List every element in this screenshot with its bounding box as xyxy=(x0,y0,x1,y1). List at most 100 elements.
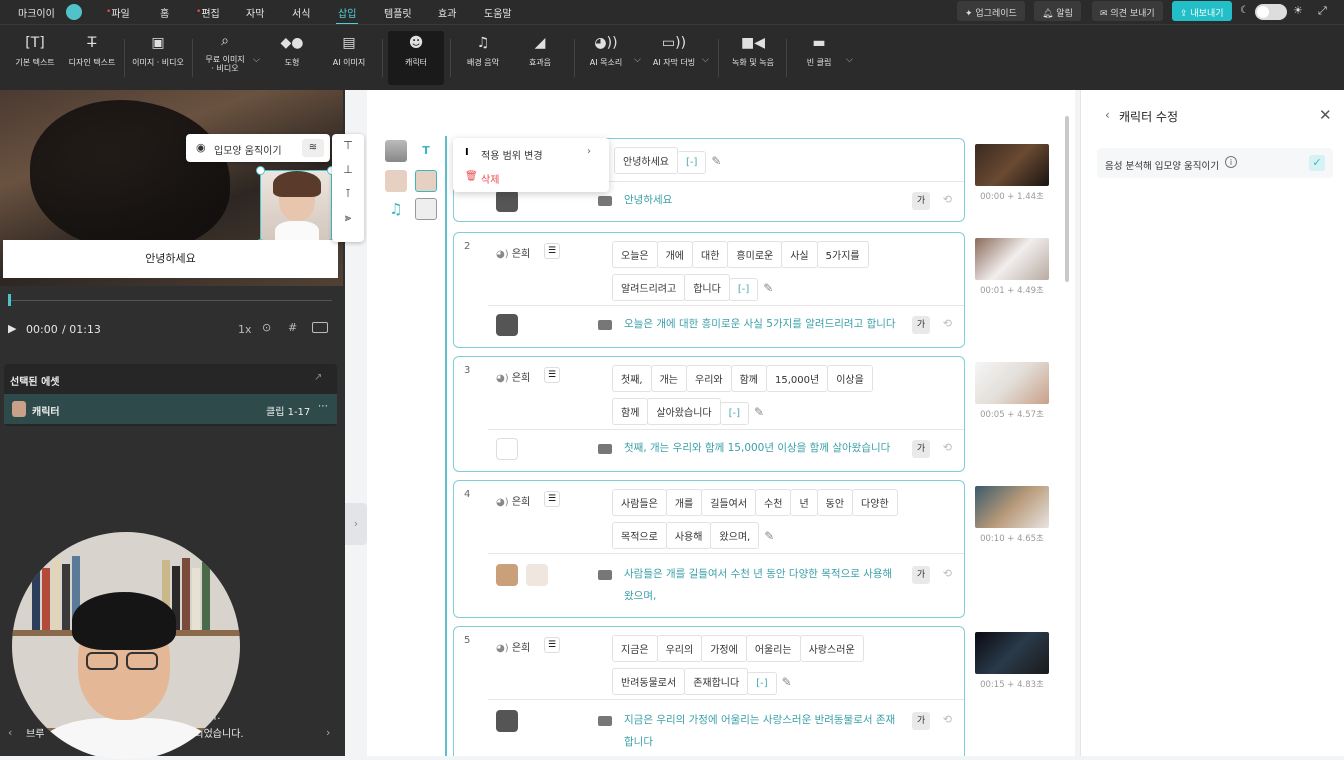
tool-record[interactable]: ■◀ 녹화 및 녹음 xyxy=(726,31,780,85)
word-chip[interactable]: 대한 xyxy=(692,241,729,268)
tool-bgm[interactable]: ♫ 배경 음악 xyxy=(458,31,508,85)
chevron-down-icon[interactable]: ⌵ xyxy=(846,55,853,65)
word-chip[interactable]: [-] xyxy=(728,278,759,301)
word-chip[interactable]: 존재합니다 xyxy=(684,668,749,695)
word-chip[interactable]: 우리의 xyxy=(656,635,703,662)
pencil-icon[interactable]: ✎ xyxy=(782,675,792,689)
word-chip[interactable]: [-] xyxy=(677,151,707,174)
subtitle-text[interactable]: 첫째, 개는 우리와 함께 15,000년 이상을 함께 살아왔습니다 xyxy=(624,437,898,459)
chevron-right-icon[interactable]: › xyxy=(326,726,330,739)
distribute-icon[interactable]: ⫸ xyxy=(332,206,364,230)
layer-icon[interactable]: ≋ xyxy=(302,139,324,157)
character-thumb[interactable] xyxy=(526,564,548,586)
tool-sfx[interactable]: ◢ 효과음 xyxy=(516,31,564,85)
font-style-button[interactable]: 가 xyxy=(912,316,930,334)
character-thumb[interactable] xyxy=(385,170,407,192)
open-external-icon[interactable]: ↗ xyxy=(314,372,322,383)
layer-thumb[interactable] xyxy=(385,140,407,162)
clip-thumbnail[interactable] xyxy=(975,632,1049,674)
pencil-icon[interactable]: ✎ xyxy=(764,529,774,543)
progress-track[interactable] xyxy=(10,300,332,301)
word-chip[interactable]: 목적으로 xyxy=(612,522,667,549)
word-chip[interactable]: 지금은 xyxy=(612,635,658,662)
tool-design-text[interactable]: T̶ 디자인 텍스트 xyxy=(64,31,120,85)
menu-help[interactable]: 도움말 xyxy=(484,5,512,20)
clip-media-thumb[interactable] xyxy=(496,438,518,460)
word-chip[interactable]: 오늘은 xyxy=(612,241,658,268)
word-chip[interactable]: [-] xyxy=(719,402,750,425)
word-chip[interactable]: 첫째, xyxy=(612,365,652,392)
clip-5[interactable]: 5 ◕) 은희 ☰ 지금은 우리의 가정에 어울리는 사랑스러운반려동물로서 존재합니다 [-] ✎… xyxy=(453,626,965,756)
playhead[interactable] xyxy=(8,294,11,306)
word-chip[interactable]: 길들여서 xyxy=(701,489,757,516)
clip-media-thumb[interactable] xyxy=(496,710,518,732)
video-preview[interactable]: ◉ 입모양 움직이기 ≋ 안녕하세요 xyxy=(0,90,343,286)
word-chip[interactable]: 함께 xyxy=(730,365,768,392)
collapse-panel-button[interactable]: › xyxy=(345,503,367,545)
sync-icon[interactable]: ⟲ xyxy=(943,317,952,330)
speaker-menu-icon[interactable]: ☰ xyxy=(544,491,560,507)
menu-file[interactable]: •파일 xyxy=(106,5,130,20)
word-chip[interactable]: 15,000년 xyxy=(766,365,829,392)
lip-sync-checkbox[interactable]: ✓ xyxy=(1309,155,1325,171)
word-chip[interactable]: 개를 xyxy=(665,489,703,516)
font-style-button[interactable]: 가 xyxy=(912,440,930,458)
menu-format[interactable]: 서식 xyxy=(292,5,310,20)
menu-effect[interactable]: 효과 xyxy=(438,5,456,20)
clip-media-thumb[interactable] xyxy=(496,564,518,586)
clip-4[interactable]: 4 ◕) 은희 ☰ 사람들은 개를 길들여서 수천 년 동안 다양한목적으로 사용해 왔으며, ✎ 사람들… xyxy=(453,480,965,618)
subtitle-text[interactable]: 안녕하세요 xyxy=(624,189,898,211)
word-chip[interactable]: 5가지를 xyxy=(816,241,869,268)
theme-toggle[interactable] xyxy=(1255,4,1287,20)
tool-ai-image[interactable]: ▤ AI 이미지 xyxy=(322,31,376,85)
subtitle-text[interactable]: 지금은 우리의 가정에 어울리는 사랑스러운 반려동물로서 존재합니다 xyxy=(624,709,898,753)
word-chip[interactable]: 사랑스러운 xyxy=(799,635,864,662)
menu-home[interactable]: 홈 xyxy=(160,5,169,20)
clip-thumbnail[interactable] xyxy=(975,144,1049,186)
speaker-menu-icon[interactable]: ☰ xyxy=(544,243,560,259)
menu-template[interactable]: 템플릿 xyxy=(384,5,412,20)
menu-insert[interactable]: 삽입 xyxy=(335,5,359,25)
word-chip[interactable]: 살아왔습니다 xyxy=(647,398,721,425)
speaker-label[interactable]: ◕) 은희 xyxy=(496,639,530,654)
tool-empty-clip[interactable]: ▬ 빈 클립 xyxy=(794,31,844,85)
speaker-label[interactable]: ◕) 은희 xyxy=(496,493,530,508)
word-chip[interactable]: 합니다 xyxy=(684,274,730,301)
subtitle-toggle-icon[interactable] xyxy=(312,322,328,333)
menu-edit[interactable]: •편집 xyxy=(196,5,220,20)
word-chip[interactable]: 알려드리려고 xyxy=(612,274,686,301)
tool-image-video[interactable]: ▣ 이미지 · 비디오 xyxy=(130,31,186,85)
tool-shape[interactable]: ◆● 도형 xyxy=(270,31,314,85)
clip-media-thumb[interactable] xyxy=(496,190,518,212)
word-chip[interactable]: 반려동물로서 xyxy=(612,668,686,695)
align-bottom-icon[interactable]: ⊺ xyxy=(332,182,364,206)
alert-button[interactable]: 🔔︎ 알림 xyxy=(1034,1,1081,21)
word-chip[interactable]: 왔으며, xyxy=(710,522,760,549)
character-thumb-selected[interactable] xyxy=(415,170,437,192)
menu-subtitle[interactable]: 자막 xyxy=(246,5,264,20)
chevron-down-icon[interactable]: ⌵ xyxy=(702,55,709,65)
menu-item-delete[interactable]: 🗑︎ 삭제 xyxy=(453,166,609,188)
word-chip[interactable]: 사용해 xyxy=(665,522,712,549)
menu-item-scope[interactable]: I 적용 범위 변경 › xyxy=(453,142,609,164)
speaker-menu-icon[interactable]: ☰ xyxy=(544,367,560,383)
clip-thumbnail[interactable] xyxy=(975,362,1049,404)
word-chip[interactable]: [-] xyxy=(747,672,777,695)
chevron-down-icon[interactable]: ⌵ xyxy=(253,55,260,65)
sync-icon[interactable]: ⟲ xyxy=(943,441,952,454)
account-name[interactable]: 마크이이 xyxy=(18,5,55,20)
align-middle-icon[interactable]: ⊥ xyxy=(332,158,364,182)
word-chip[interactable]: 안녕하세요 xyxy=(614,147,678,174)
user-icon[interactable] xyxy=(66,4,82,20)
word-chip[interactable]: 이상을 xyxy=(827,365,873,392)
word-chip[interactable]: 가정에 xyxy=(701,635,747,662)
word-chip[interactable]: 흥미로운 xyxy=(727,241,783,268)
word-chip[interactable]: 수천 xyxy=(755,489,792,516)
subtitle-text[interactable]: 사람들은 개를 길들여서 수천 년 동안 다양한 목적으로 사용해 왔으며, xyxy=(624,563,898,607)
word-chip[interactable]: 사람들은 xyxy=(612,489,667,516)
chevron-down-icon[interactable]: ⌵ xyxy=(634,55,641,65)
word-chip[interactable]: 개는 xyxy=(650,365,687,392)
lip-sync-label[interactable]: 입모양 움직이기 xyxy=(214,142,282,157)
empty-layer[interactable] xyxy=(415,198,437,220)
pencil-icon[interactable]: ✎ xyxy=(711,154,721,168)
